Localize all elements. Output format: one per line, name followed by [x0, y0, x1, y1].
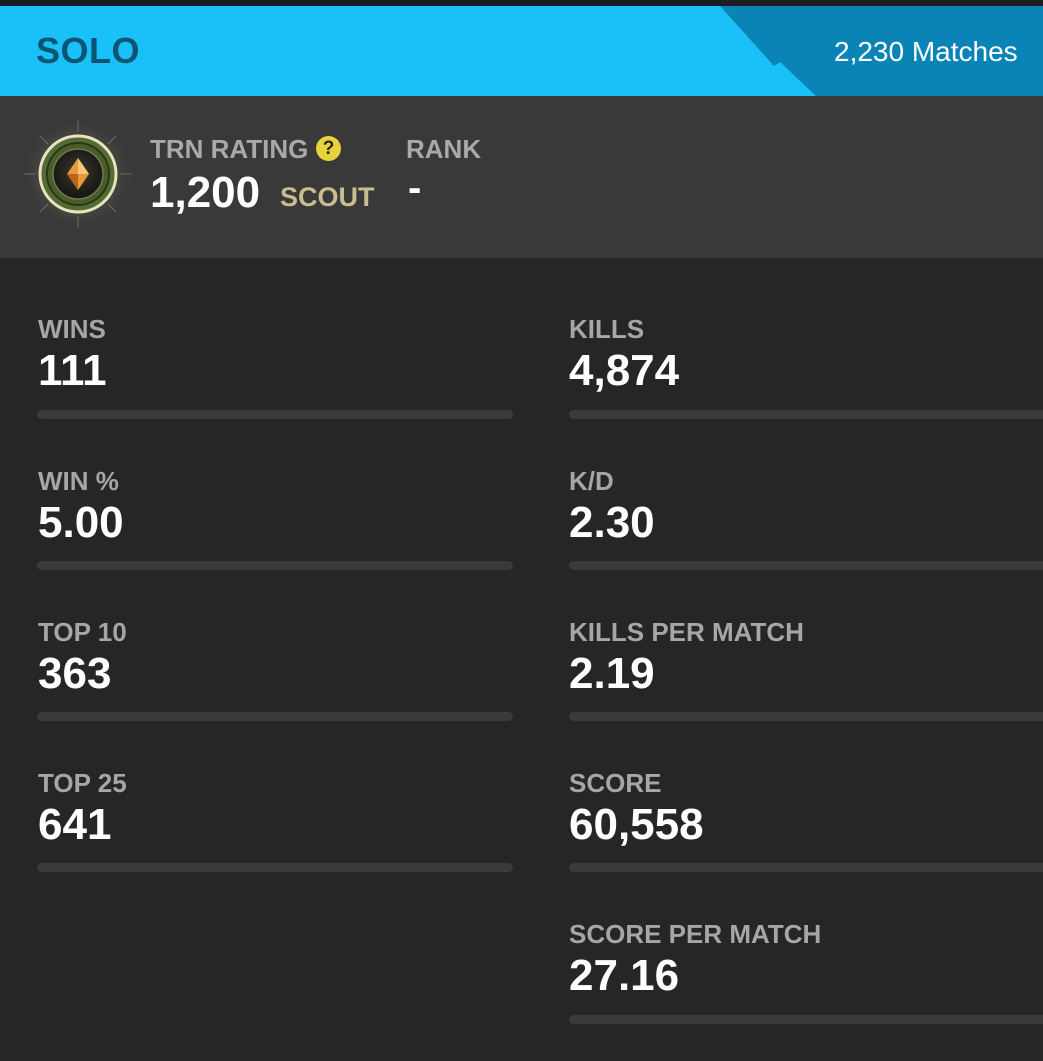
stat-bar [37, 712, 513, 721]
stat-kills-per-match: KILLS PER MATCH 2.19 [569, 617, 804, 699]
stat-label: TOP 25 [38, 768, 127, 798]
stat-bar [569, 863, 1043, 872]
stat-kills: KILLS 4,874 [569, 314, 679, 396]
stat-value: 641 [38, 800, 112, 849]
trn-rating-label: TRN RATING [150, 134, 309, 164]
stat-top-25: TOP 25 641 [38, 768, 127, 850]
stat-value: 5.00 [38, 498, 124, 547]
stat-bar [569, 561, 1043, 570]
trn-rating-value: 1,200 [150, 168, 261, 217]
stat-label: K/D [569, 466, 614, 496]
scout-rank-badge-icon [23, 119, 133, 229]
stat-score-per-match: SCORE PER MATCH 27.16 [569, 919, 821, 1001]
stat-bar [569, 410, 1043, 419]
stat-label: KILLS PER MATCH [569, 617, 804, 647]
mode-title: SOLO [36, 30, 141, 71]
stat-bar [569, 1015, 1043, 1024]
stat-label: SCORE PER MATCH [569, 919, 822, 949]
stat-label: WIN % [38, 466, 119, 496]
stat-value: 2.30 [569, 498, 655, 547]
stat-bar [37, 561, 513, 570]
rank-value: - [408, 166, 422, 210]
stat-win-percent: WIN % 5.00 [38, 466, 124, 548]
stat-value: 27.16 [569, 951, 680, 1000]
stat-top-10: TOP 10 363 [38, 617, 127, 699]
stat-kd: K/D 2.30 [569, 466, 655, 548]
rank-label: RANK [406, 134, 482, 164]
stat-value: 363 [38, 649, 112, 698]
stat-label: SCORE [569, 768, 662, 798]
stat-wins: WINS 111 [38, 314, 107, 396]
matches-count: 2,230 Matches [834, 36, 1018, 67]
stat-bar [37, 863, 513, 872]
stat-value: 4,874 [569, 346, 680, 395]
stat-value: 111 [38, 346, 107, 395]
rating-section: TRN RATING ? 1,200 SCOUT RANK - [0, 96, 1043, 258]
stat-label: TOP 10 [38, 617, 127, 647]
trn-rating-tier: SCOUT [280, 182, 375, 212]
stat-bar [569, 712, 1043, 721]
mode-header: SOLO 2,230 Matches [0, 6, 1043, 96]
stat-label: KILLS [569, 314, 645, 344]
stat-bar [37, 410, 513, 419]
stat-value: 60,558 [569, 800, 704, 849]
stat-value: 2.19 [569, 649, 655, 698]
stat-score: SCORE 60,558 [569, 768, 704, 850]
help-icon[interactable]: ? [316, 136, 341, 161]
stat-label: WINS [38, 314, 106, 344]
